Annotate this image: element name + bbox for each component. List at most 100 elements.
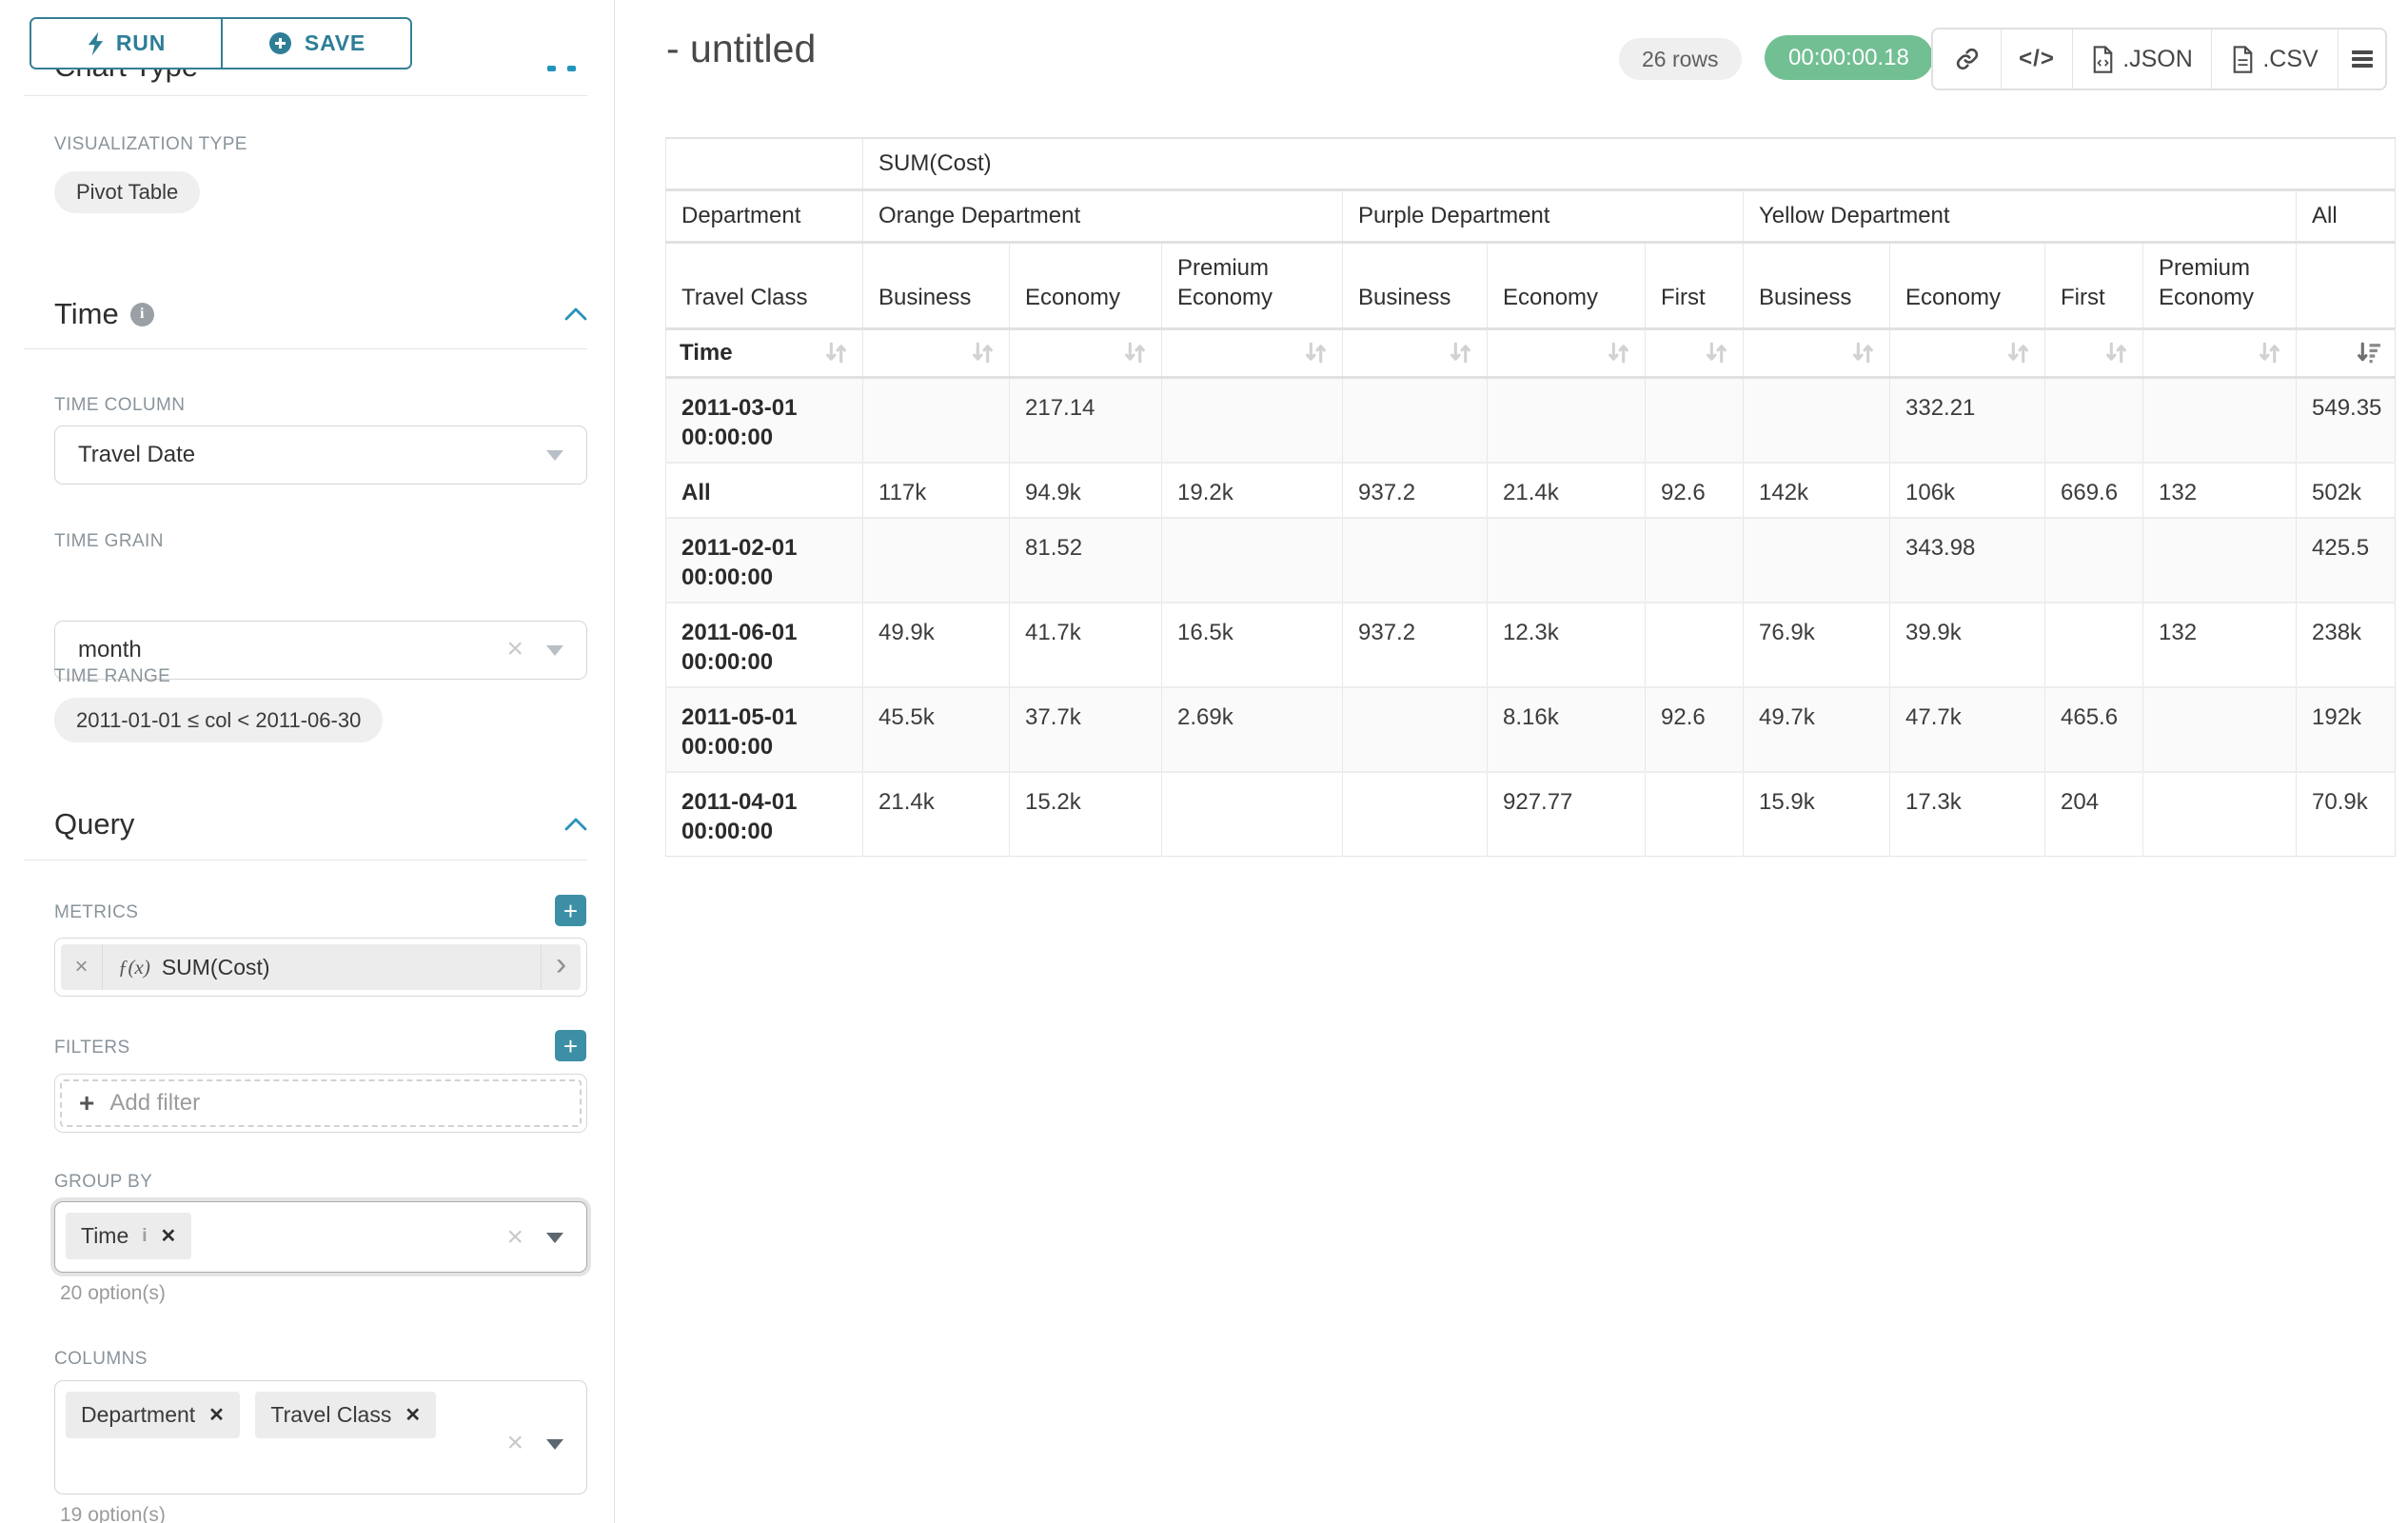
chevron-up-icon[interactable] [564, 307, 587, 321]
value-cell: 81.52 [1010, 518, 1162, 603]
value-cell: 19.2k [1162, 463, 1343, 518]
value-cell: 47.7k [1890, 687, 2045, 772]
column-group-header: Orange Department [863, 189, 1343, 242]
add-metric-button[interactable]: + [555, 895, 586, 926]
group-by-select[interactable]: Time i ✕ × [54, 1201, 587, 1273]
group-by-token-time[interactable]: Time i ✕ [66, 1213, 191, 1259]
time-range-label: TIME RANGE [54, 666, 170, 687]
remove-token-icon[interactable]: ✕ [208, 1403, 225, 1427]
metric-pill[interactable]: × ƒ(x) SUM(Cost) › [61, 944, 581, 990]
columns-select[interactable]: Department ✕ Travel Class ✕ × [54, 1380, 587, 1494]
value-cell: 502k [2297, 463, 2396, 518]
save-button[interactable]: SAVE [221, 19, 410, 68]
column-group-header: All [2297, 189, 2396, 242]
chart-area: - untitled 26 rows 00:00:00.18 </> [616, 0, 2408, 1523]
chevron-down-icon [546, 1439, 563, 1450]
add-filter-plus-button[interactable]: + [555, 1030, 586, 1061]
sort-cell[interactable] [1010, 328, 1162, 377]
export-json-button[interactable]: .JSON [2072, 30, 2211, 89]
control-panel: Chart Type RUN SAVE VISUALIZATION TYPE P… [0, 0, 615, 1523]
chevron-right-icon[interactable]: › [541, 944, 581, 990]
plus-circle-icon [267, 30, 293, 56]
json-file-icon [2091, 45, 2115, 74]
time-range-pill[interactable]: 2011-01-01 ≤ col < 2011-06-30 [54, 698, 383, 742]
value-cell: 15.2k [1010, 772, 1162, 857]
column-class-header: Business [863, 242, 1010, 328]
column-class-header: First [2045, 242, 2143, 328]
clear-icon[interactable]: × [506, 1429, 523, 1457]
value-cell: 937.2 [1343, 463, 1488, 518]
embed-code-button[interactable]: </> [2001, 30, 2072, 89]
value-cell: 927.77 [1488, 772, 1646, 857]
sort-cell-time[interactable]: Time [666, 328, 863, 377]
sort-cell[interactable] [2045, 328, 2143, 377]
value-cell: 21.4k [1488, 463, 1646, 518]
group-dimension-label: Department [666, 189, 863, 242]
superset-explore-screen: Chart Type RUN SAVE VISUALIZATION TYPE P… [0, 0, 2408, 1523]
row-key-cell: 2011-02-01 00:00:00 [666, 518, 863, 603]
columns-token-department[interactable]: Department ✕ [66, 1392, 240, 1438]
visualization-type-label: VISUALIZATION TYPE [54, 134, 247, 155]
sort-cell[interactable] [863, 328, 1010, 377]
column-class-header: Premium Economy [1162, 242, 1343, 328]
time-column-select[interactable]: Travel Date [54, 425, 587, 485]
remove-token-icon[interactable]: ✕ [405, 1403, 421, 1427]
remove-metric-icon[interactable]: × [61, 944, 103, 990]
value-cell: 238k [2297, 603, 2396, 687]
time-section-header[interactable]: Time i [54, 297, 587, 331]
value-cell [2045, 518, 2143, 603]
value-cell [1343, 377, 1488, 463]
info-icon: i [142, 1226, 147, 1247]
sort-cell[interactable] [1162, 328, 1343, 377]
value-cell: 16.5k [1162, 603, 1343, 687]
value-cell: 2.69k [1162, 687, 1343, 772]
row-key-cell: All [666, 463, 863, 518]
info-icon: i [130, 303, 154, 326]
columns-label: COLUMNS [54, 1349, 148, 1370]
clear-icon[interactable]: × [506, 1223, 523, 1252]
group-by-label: GROUP BY [54, 1172, 152, 1193]
time-column-value: Travel Date [78, 442, 195, 468]
add-filter-placeholder: Add filter [109, 1090, 200, 1117]
value-cell: 8.16k [1488, 687, 1646, 772]
sort-cell[interactable] [1744, 328, 1890, 377]
value-cell: 192k [2297, 687, 2396, 772]
chevron-down-icon [546, 1233, 563, 1243]
visualization-type-pill[interactable]: Pivot Table [54, 171, 200, 213]
value-cell: 41.7k [1010, 603, 1162, 687]
clear-icon[interactable]: × [506, 635, 523, 663]
sort-cell[interactable] [1343, 328, 1488, 377]
function-icon: ƒ(x) [118, 956, 150, 979]
menu-button[interactable] [2338, 30, 2385, 89]
value-cell: 465.6 [2045, 687, 2143, 772]
sort-cell[interactable] [2143, 328, 2297, 377]
columns-token-travel-class[interactable]: Travel Class ✕ [255, 1392, 436, 1438]
export-json-label: .JSON [2122, 46, 2193, 73]
export-csv-button[interactable]: .CSV [2211, 30, 2338, 89]
value-cell: 204 [2045, 772, 2143, 857]
pivot-table-container: SUM(Cost)DepartmentOrange DepartmentPurp… [665, 137, 2396, 857]
value-cell [1162, 772, 1343, 857]
filters-box: + Add filter [54, 1074, 587, 1133]
time-grain-label: TIME GRAIN [54, 531, 164, 552]
query-section-header[interactable]: Query [54, 807, 587, 841]
value-cell: 76.9k [1744, 603, 1890, 687]
chevron-up-icon[interactable] [564, 818, 587, 831]
run-button[interactable]: RUN [31, 19, 221, 68]
value-cell: 132 [2143, 463, 2297, 518]
add-filter-button[interactable]: + Add filter [60, 1079, 582, 1127]
value-cell: 37.7k [1010, 687, 1162, 772]
value-cell [1646, 518, 1744, 603]
panel-resize-handle[interactable] [547, 66, 576, 71]
pivot-corner-cell [666, 138, 863, 189]
value-cell: 21.4k [863, 772, 1010, 857]
value-cell [2045, 603, 2143, 687]
sort-cell[interactable] [1890, 328, 2045, 377]
copy-link-button[interactable] [1933, 30, 2001, 89]
remove-token-icon[interactable]: ✕ [161, 1224, 177, 1248]
sort-cell[interactable] [1646, 328, 1744, 377]
value-cell: 937.2 [1343, 603, 1488, 687]
sort-cell-active-desc[interactable] [2297, 328, 2396, 377]
sort-cell[interactable] [1488, 328, 1646, 377]
metric-name: SUM(Cost) [162, 955, 270, 980]
